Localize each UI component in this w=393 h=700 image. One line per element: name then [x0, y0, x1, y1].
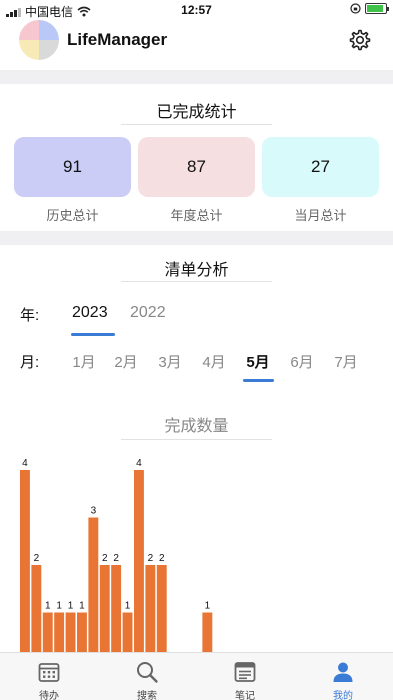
month-option-5[interactable]: 5月	[243, 351, 273, 372]
status-bar: 中国电信 12:57	[0, 0, 393, 20]
chart-bar	[111, 565, 122, 660]
avatar-quadrant	[19, 20, 39, 40]
chart-data-label: 1	[68, 601, 74, 612]
month-option-6[interactable]: 6月	[287, 351, 317, 372]
completion-bar-chart: 421 1 1 132 2142 21	[20, 458, 213, 660]
month-active-indicator	[243, 379, 274, 382]
avatar-quadrant	[39, 20, 59, 40]
chart-data-label: 2	[148, 553, 154, 564]
chart-data-label: 1	[79, 601, 85, 612]
chart-data-label: 2	[159, 553, 165, 564]
avatar[interactable]	[19, 20, 59, 60]
app-title: LifeManager	[67, 30, 168, 49]
month-option-2[interactable]: 2月	[111, 351, 141, 372]
chart-data-label: 2	[113, 553, 119, 564]
chart-bar	[20, 470, 30, 660]
chart-data-label: 4	[22, 458, 28, 469]
year-active-indicator	[71, 333, 115, 336]
completion-stats-title: 已完成统计	[156, 104, 237, 121]
list-analysis-title: 清单分析	[164, 262, 229, 279]
chart-data-label: 4	[136, 458, 142, 469]
search-icon	[137, 662, 158, 683]
status-time: 12:57	[181, 3, 212, 17]
month-option-1[interactable]: 1月	[69, 351, 99, 372]
orientation-lock-icon	[350, 3, 361, 14]
chart-bar	[88, 517, 99, 660]
chart-data-label: 2	[102, 553, 108, 564]
chart-data-label: 3	[91, 506, 97, 517]
chart-data-label: 2	[34, 553, 40, 564]
avatar-quadrant	[39, 40, 59, 60]
chart-title: 完成数量	[164, 418, 229, 435]
battery-icon	[365, 3, 389, 14]
tab-todo[interactable]: 待办	[0, 653, 98, 700]
chart-bar	[134, 470, 144, 660]
section-divider	[0, 231, 393, 245]
user-icon	[333, 662, 353, 682]
chart-bar	[99, 565, 110, 660]
history-total-card[interactable]: 91	[14, 137, 131, 197]
notes-icon	[234, 662, 256, 682]
title-rule	[121, 124, 272, 125]
year-row-label: 年:	[20, 307, 40, 324]
history-total-label: 历史总计	[46, 208, 99, 223]
chart-bar	[145, 565, 156, 660]
chart-bar	[31, 565, 42, 660]
month-option-4[interactable]: 4月	[199, 351, 229, 372]
gear-icon[interactable]	[348, 28, 372, 52]
tab-label: 待办	[39, 691, 59, 700]
tab-bar: 待办 搜索 笔记 我的	[0, 652, 393, 700]
section-divider	[0, 70, 393, 84]
status-right	[350, 3, 389, 14]
tab-label: 我的	[333, 691, 353, 700]
chart-bar	[156, 565, 167, 660]
year-option-2022[interactable]: 2022	[130, 304, 166, 322]
app-header: LifeManager	[0, 20, 393, 70]
year-option-2023[interactable]: 2023	[72, 304, 108, 322]
month-total-card[interactable]: 27	[262, 137, 379, 197]
chart-data-label: 1	[205, 601, 211, 612]
tab-label: 搜索	[137, 691, 157, 700]
title-rule	[121, 281, 272, 282]
tab-mine[interactable]: 我的	[294, 653, 392, 700]
title-rule	[121, 439, 272, 440]
calendar-icon	[38, 663, 60, 682]
tab-label: 笔记	[235, 691, 255, 700]
year-total-label: 年度总计	[170, 208, 223, 223]
month-option-7[interactable]: 7月	[331, 351, 361, 372]
chart-data-label: 1	[56, 601, 62, 612]
chart-data-label: 1	[125, 601, 131, 612]
month-option-3[interactable]: 3月	[155, 351, 185, 372]
month-total-label: 当月总计	[294, 208, 347, 223]
year-total-card[interactable]: 87	[138, 137, 255, 197]
tab-notes[interactable]: 笔记	[196, 653, 294, 700]
tab-search[interactable]: 搜索	[98, 653, 196, 700]
month-row-label: 月:	[20, 354, 40, 371]
chart-data-label: 1	[45, 601, 51, 612]
avatar-quadrant	[19, 40, 39, 60]
